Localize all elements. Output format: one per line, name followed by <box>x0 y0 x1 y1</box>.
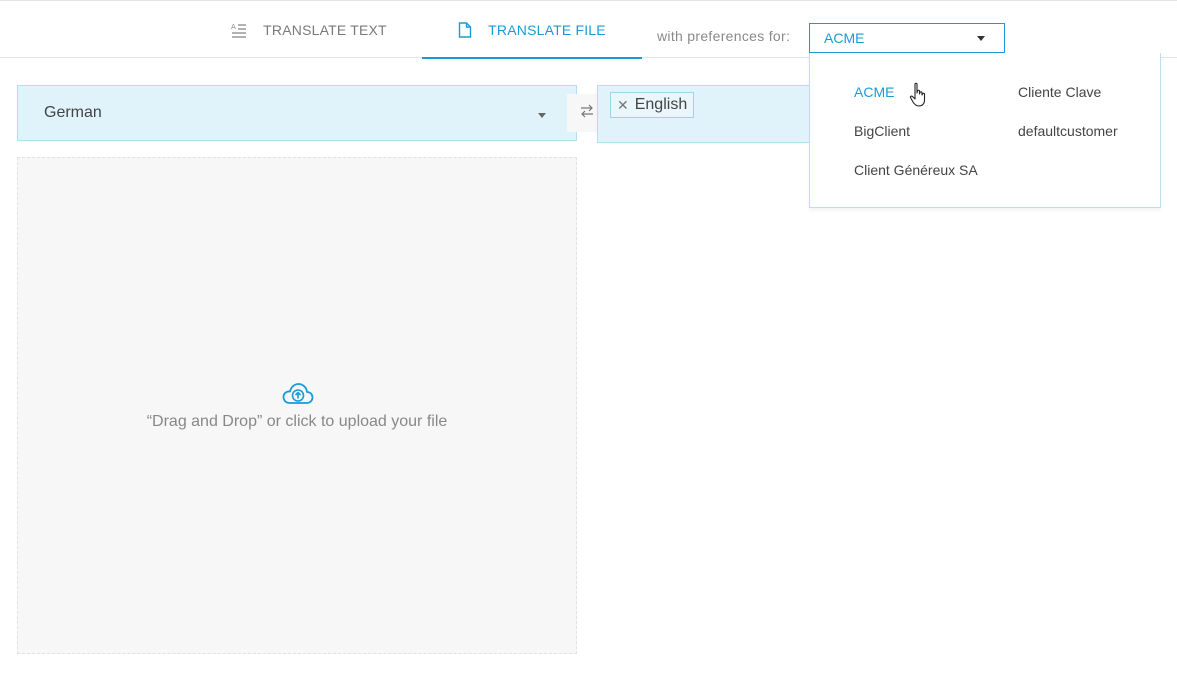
swap-arrows-icon <box>579 103 595 124</box>
cloud-upload-icon <box>282 382 314 406</box>
source-language-value: German <box>44 104 102 121</box>
target-language-tag: ✕ English <box>610 92 695 118</box>
tab-translate-text[interactable]: A TRANSLATE TEXT <box>196 1 422 58</box>
caret-down-icon <box>977 36 985 41</box>
preferences-selected-value: ACME <box>824 30 865 46</box>
caret-down-icon <box>538 113 546 118</box>
file-icon <box>458 21 472 38</box>
preferences-option-cliente-clave[interactable]: Cliente Clave <box>1018 84 1101 100</box>
text-lines-icon: A <box>231 22 247 38</box>
preferences-label: with preferences for: <box>657 28 791 44</box>
svg-text:A: A <box>231 23 236 31</box>
preferences-option-bigclient[interactable]: BigClient <box>854 123 910 139</box>
tab-translate-text-label: TRANSLATE TEXT <box>263 21 387 38</box>
preferences-select[interactable]: ACME <box>809 23 1005 53</box>
source-language-select[interactable]: German <box>17 85 577 141</box>
preferences-dropdown-menu: ACME Cliente Clave BigClient defaultcust… <box>809 53 1161 208</box>
tab-translate-file[interactable]: TRANSLATE FILE <box>422 1 642 59</box>
target-language-tag-label: English <box>634 96 688 113</box>
preferences-option-acme[interactable]: ACME <box>854 84 894 100</box>
tab-translate-file-label: TRANSLATE FILE <box>488 21 606 38</box>
upload-instructions: “Drag and Drop” or click to upload your … <box>146 413 448 430</box>
target-language-select[interactable]: ✕ English <box>597 85 810 143</box>
remove-tag-icon[interactable]: ✕ <box>617 97 629 114</box>
preferences-option-client-genereux-sa[interactable]: Client Généreux SA <box>854 162 978 178</box>
preferences-option-defaultcustomer[interactable]: defaultcustomer <box>1018 123 1118 139</box>
file-upload-dropzone[interactable]: “Drag and Drop” or click to upload your … <box>17 157 577 654</box>
